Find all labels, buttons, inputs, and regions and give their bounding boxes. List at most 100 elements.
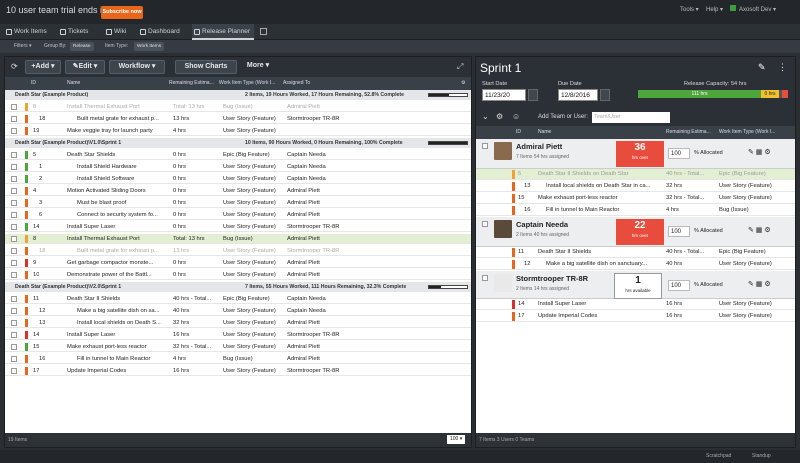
page-size-select[interactable]: 100 ▾: [447, 435, 466, 444]
edit-pencil-icon[interactable]: ✎: [758, 62, 766, 73]
col-remaining[interactable]: Remaining Estima...: [169, 80, 214, 86]
table-row[interactable]: 9 Get garbage compactor monste... 0 hrs Use…: [5, 258, 471, 268]
scratchpad-button[interactable]: Scratchpad: [706, 453, 731, 459]
tab-work-items[interactable]: Work Items: [4, 24, 54, 40]
table-row[interactable]: 13 Install local shields on Death S... 32 …: [5, 318, 471, 328]
row-checkbox[interactable]: [11, 116, 17, 122]
row-checkbox[interactable]: [11, 176, 17, 182]
col-name[interactable]: Name: [67, 80, 80, 86]
list-item[interactable]: 11 Death Star II Shields 40 hrs - Total...…: [476, 247, 795, 258]
allocation-input[interactable]: 100: [668, 280, 690, 291]
table-row[interactable]: 15 Make exhaust port-less reactor 32 hrs -…: [5, 342, 471, 352]
person-checkbox[interactable]: [482, 221, 488, 227]
tab-wiki[interactable]: Wiki: [104, 24, 134, 40]
calendar-icon[interactable]: [600, 89, 610, 101]
row-checkbox[interactable]: [11, 104, 17, 110]
start-date-field[interactable]: 11/23/20: [482, 89, 526, 101]
chevron-down-icon[interactable]: ⌄: [482, 112, 489, 121]
maximize-icon[interactable]: ⤢: [457, 62, 463, 72]
help-menu[interactable]: Help ▾: [706, 6, 723, 13]
col-type[interactable]: Work Item Type (Work I...: [719, 129, 775, 135]
new-tab-icon[interactable]: [260, 28, 267, 35]
row-checkbox[interactable]: [11, 212, 17, 218]
table-row[interactable]: 16 Fill in tunnel to Main Reactor 4 hrs Bug…: [5, 354, 471, 364]
subscribe-button[interactable]: Subscribe now: [101, 6, 143, 19]
tools-menu[interactable]: Tools ▾: [680, 6, 699, 13]
row-checkbox[interactable]: [11, 224, 17, 230]
tab-dashboard[interactable]: Dashboard: [138, 24, 190, 40]
row-checkbox[interactable]: [11, 344, 17, 350]
person-checkbox[interactable]: [482, 143, 488, 149]
show-charts-button[interactable]: Show Charts: [175, 60, 237, 74]
row-checkbox[interactable]: [11, 260, 17, 266]
list-item[interactable]: 5 Death Star II Shields on Death Star 40 h…: [476, 169, 795, 180]
table-row[interactable]: 4 Motion Activated Sliding Doors 0 hrs User…: [5, 186, 471, 196]
column-settings-icon[interactable]: ⚙: [461, 80, 465, 86]
table-row[interactable]: 1 Install Shield Hardware 0 hrs User Story …: [5, 162, 471, 172]
col-remaining[interactable]: Remaining Estima...: [666, 129, 711, 135]
list-item[interactable]: 15 Make exhaust port-less reactor 32 hrs -…: [476, 193, 795, 204]
list-item[interactable]: 13 Install local shields on Death Star in…: [476, 181, 795, 192]
tab-tickets[interactable]: Tickets: [58, 24, 102, 40]
table-row[interactable]: 14 Install Super Laser 0 hrs User Story (Fe…: [5, 222, 471, 232]
table-row[interactable]: 5 Death Star Shields 0 hrs Epic (Big Featur…: [5, 150, 471, 160]
table-row[interactable]: 6 Connect to security system fo... 0 hrs Us…: [5, 210, 471, 220]
row-checkbox[interactable]: [11, 308, 17, 314]
row-checkbox[interactable]: [11, 164, 17, 170]
col-name[interactable]: Name: [538, 129, 551, 135]
row-checkbox[interactable]: [11, 368, 17, 374]
table-row[interactable]: 18 Built metal grate for exhaust p... 13 h…: [5, 246, 471, 256]
filters-menu[interactable]: Filters ▾: [14, 43, 32, 49]
table-row[interactable]: 8 Install Thermal Exhaust Port Total: 13 h…: [5, 102, 471, 112]
user-menu[interactable]: Axosoft Dev ▾: [739, 6, 776, 13]
person-actions-icon[interactable]: ✎ ▦ ⚙: [748, 226, 771, 234]
col-id[interactable]: ID: [516, 129, 521, 135]
table-row[interactable]: 18 Built metal grate for exhaust p... 13 h…: [5, 114, 471, 124]
table-row[interactable]: 12 Make a big satellite dish on sa... 40 h…: [5, 306, 471, 316]
settings-icon[interactable]: ⚙: [496, 112, 503, 121]
table-row[interactable]: 3 Must be blast proof 0 hrs User Story (Fea…: [5, 198, 471, 208]
table-row[interactable]: 8 Install Thermal Exhaust Port Total: 13 h…: [5, 234, 471, 244]
col-id[interactable]: ID: [31, 80, 36, 86]
table-row[interactable]: 11 Death Star II Shields 40 hrs - Total...…: [5, 294, 471, 304]
list-item[interactable]: 12 Make a big satellite dish on sanctuary…: [476, 259, 795, 270]
row-checkbox[interactable]: [11, 248, 17, 254]
list-item[interactable]: 17 Update Imperial Codes 16 hrs User Story …: [476, 311, 795, 322]
col-assigned[interactable]: Assigned To: [283, 80, 310, 86]
row-checkbox[interactable]: [11, 356, 17, 362]
group-row[interactable]: Death Star (Example Product)\V2.0\Sprint…: [5, 282, 471, 292]
row-checkbox[interactable]: [11, 200, 17, 206]
row-checkbox[interactable]: [11, 152, 17, 158]
group-row[interactable]: Death Star (Example Product) 2 Items, 19 …: [5, 90, 471, 100]
item-type-pill[interactable]: Work Items: [134, 42, 165, 51]
tab-release-planner[interactable]: Release Planner: [192, 24, 254, 40]
row-checkbox[interactable]: [11, 272, 17, 278]
table-row[interactable]: 19 Make veggie tray for launch party 4 hrs…: [5, 126, 471, 136]
person-checkbox[interactable]: [482, 275, 488, 281]
due-date-field[interactable]: 12/8/2016: [558, 89, 598, 101]
list-item[interactable]: 14 Install Super Laser 16 hrs User Story (F…: [476, 299, 795, 310]
more-button[interactable]: More ▾: [241, 60, 275, 74]
allocation-input[interactable]: 100: [668, 226, 690, 237]
add-team-input[interactable]: Team/User: [592, 112, 670, 123]
list-item[interactable]: 16 Fill in tunnel to Main Reactor 4 hrs Bug…: [476, 205, 795, 216]
row-checkbox[interactable]: [11, 296, 17, 302]
person-actions-icon[interactable]: ✎ ▦ ⚙: [748, 148, 771, 156]
table-row[interactable]: 10 Demonstrate power of the Battl... 0 hrs…: [5, 270, 471, 280]
table-row[interactable]: 2 Install Shield Software 0 hrs User Story …: [5, 174, 471, 184]
row-checkbox[interactable]: [11, 188, 17, 194]
group-row[interactable]: Death Star (Example Product)\V1.0\Sprint…: [5, 138, 471, 148]
col-type[interactable]: Work Item Type (Work I...: [219, 80, 275, 86]
person-actions-icon[interactable]: ✎ ▦ ⚙: [748, 280, 771, 288]
row-checkbox[interactable]: [11, 320, 17, 326]
users-icon[interactable]: ☺: [512, 112, 520, 121]
table-row[interactable]: 14 Install Super Laser 16 hrs User Story (F…: [5, 330, 471, 340]
row-checkbox[interactable]: [11, 128, 17, 134]
row-checkbox[interactable]: [11, 236, 17, 242]
calendar-icon[interactable]: [528, 89, 538, 101]
workflow-button[interactable]: Workflow ▾: [109, 60, 165, 74]
refresh-icon[interactable]: ⟳: [11, 62, 18, 71]
table-row[interactable]: 17 Update Imperial Codes 16 hrs User Story …: [5, 366, 471, 376]
allocation-input[interactable]: 100: [668, 148, 690, 159]
group-by-pill[interactable]: Release: [70, 42, 94, 51]
